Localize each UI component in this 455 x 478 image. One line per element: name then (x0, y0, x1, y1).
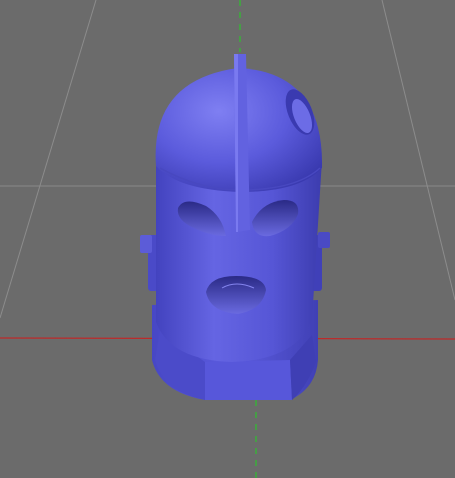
3d-viewport[interactable] (0, 0, 455, 478)
viewport-canvas[interactable] (0, 0, 455, 478)
helmet-model[interactable] (140, 54, 330, 400)
grid-line (0, 0, 97, 319)
grid-line (381, 0, 455, 301)
